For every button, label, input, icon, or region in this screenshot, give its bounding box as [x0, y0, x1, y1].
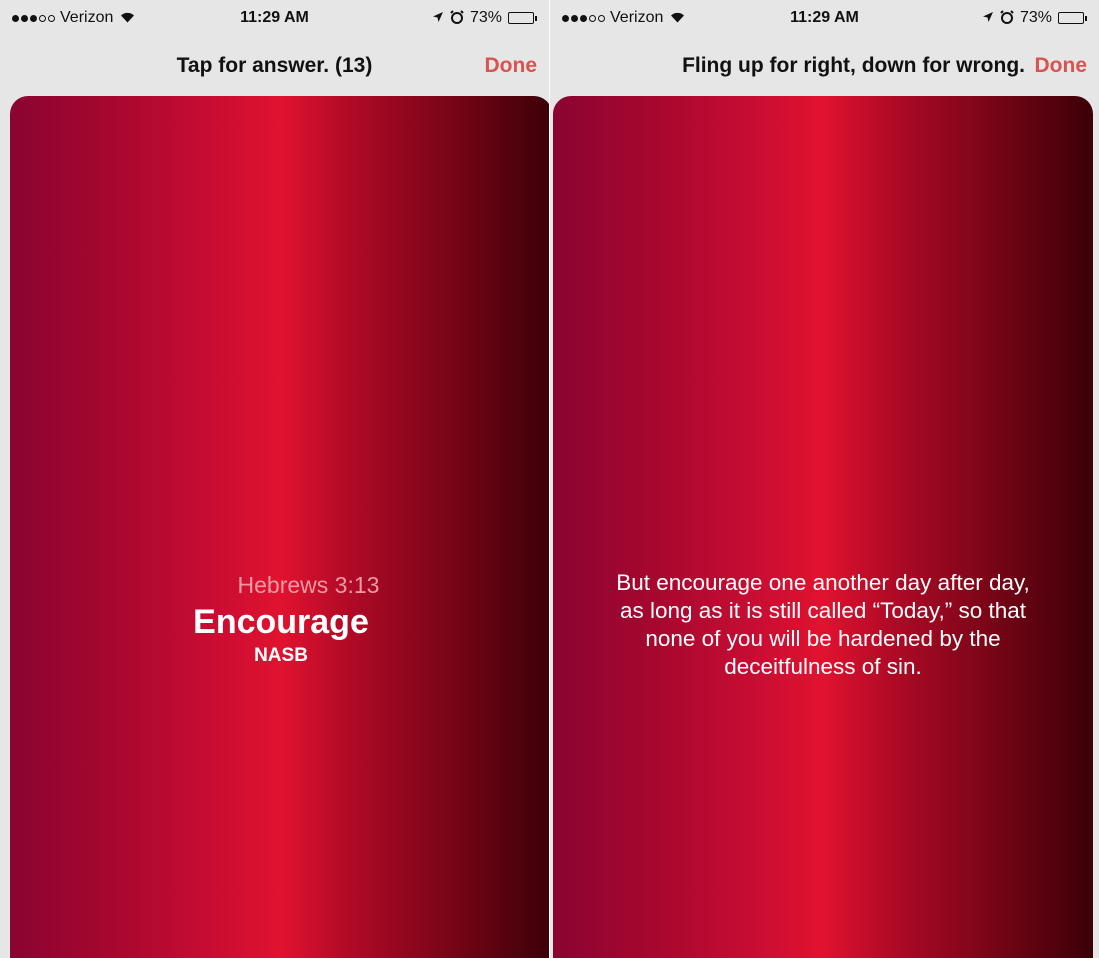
- battery-percent: 73%: [1019, 9, 1052, 26]
- carrier-name: Verizon: [60, 9, 114, 26]
- verse-text: But encourage one another day after day,…: [616, 570, 1030, 679]
- status-left: Verizon: [12, 9, 135, 27]
- wifi-icon: [120, 10, 135, 26]
- verse-reference: Hebrews 3:13: [237, 572, 380, 598]
- alarm-clock-icon: [1000, 9, 1014, 27]
- location-arrow-icon: [982, 10, 994, 26]
- flashcard-front-content: Hebrews 3:13 Encourage NASB: [10, 572, 549, 667]
- carrier-name: Verizon: [610, 9, 664, 26]
- alarm-clock-icon: [450, 9, 464, 27]
- battery-percent: 73%: [469, 9, 502, 26]
- status-right: 73%: [432, 9, 537, 27]
- battery-icon: [508, 12, 537, 24]
- verse-topic: Encourage: [193, 603, 369, 641]
- done-button[interactable]: Done: [485, 54, 538, 78]
- status-bar: Verizon 11:29 AM 73%: [550, 0, 1099, 40]
- wifi-icon: [670, 10, 685, 26]
- done-button[interactable]: Done: [1035, 54, 1088, 78]
- phone-screen-answer: Verizon 11:29 AM 73% Fling up for right,…: [550, 0, 1099, 958]
- flashcard-front[interactable]: Hebrews 3:13 Encourage NASB: [10, 96, 549, 958]
- location-arrow-icon: [432, 10, 444, 26]
- bible-version: NASB: [254, 645, 308, 666]
- phone-screen-question: Verizon 11:29 AM 73% Tap for answer. (13…: [0, 0, 549, 958]
- battery-icon: [1058, 12, 1087, 24]
- navigation-bar: Fling up for right, down for wrong. Done: [550, 40, 1099, 92]
- nav-title: Tap for answer. (13): [176, 54, 373, 77]
- nav-title: Fling up for right, down for wrong.: [682, 54, 1025, 77]
- flashcard-back[interactable]: But encourage one another day after day,…: [553, 96, 1093, 958]
- screenshot-pair: Verizon 11:29 AM 73% Tap for answer. (13…: [0, 0, 1099, 958]
- status-bar: Verizon 11:29 AM 73%: [0, 0, 549, 40]
- status-right: 73%: [982, 9, 1087, 27]
- status-left: Verizon: [562, 9, 685, 27]
- signal-strength-icon: [562, 14, 605, 22]
- navigation-bar: Tap for answer. (13) Done: [0, 40, 549, 92]
- signal-strength-icon: [12, 14, 55, 22]
